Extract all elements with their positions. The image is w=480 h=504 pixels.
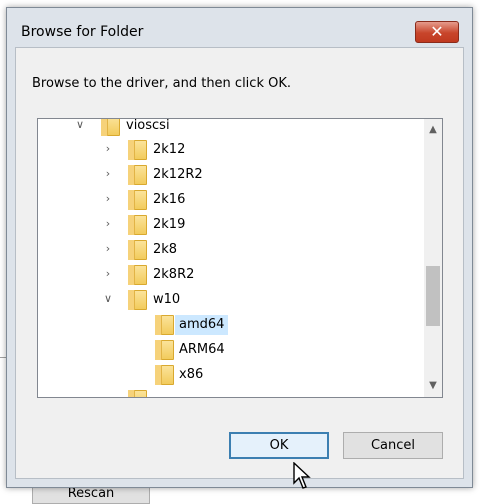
tree-item-w10[interactable]: ∨ w10 <box>38 288 424 312</box>
tree-item-x86[interactable]: x86 <box>38 363 424 387</box>
tree-item-2k12r2[interactable]: › 2k12R2 <box>38 163 424 187</box>
folder-icon <box>128 215 147 235</box>
chevron-right-icon[interactable]: › <box>102 167 114 181</box>
scrollbar-thumb[interactable] <box>426 266 440 326</box>
chevron-down-icon[interactable]: ∨ <box>102 292 114 306</box>
folder-icon <box>128 240 147 260</box>
browse-for-folder-dialog: Browse for Folder ✕ Browse to the driver… <box>6 7 473 488</box>
dialog-title: Browse for Folder <box>21 24 144 40</box>
folder-icon <box>155 365 174 385</box>
folder-icon <box>128 290 147 310</box>
chevron-right-icon[interactable]: › <box>102 192 114 206</box>
tree-item-vioscsi[interactable]: ∨ vioscsi <box>38 118 424 138</box>
chevron-right-icon[interactable]: › <box>102 142 114 156</box>
tree-item-2k19[interactable]: › 2k19 <box>38 213 424 237</box>
close-button[interactable]: ✕ <box>415 21 459 43</box>
chevron-down-icon[interactable]: ∨ <box>74 119 86 132</box>
folder-icon <box>155 315 174 335</box>
tree-item-label: amd64 <box>175 315 229 335</box>
tree-item-partial[interactable] <box>38 388 424 397</box>
chevron-right-icon[interactable]: › <box>102 267 114 281</box>
tree-item-label: 2k16 <box>153 192 186 207</box>
scroll-down-icon[interactable]: ▼ <box>424 377 442 395</box>
tree-item-2k12[interactable]: › 2k12 <box>38 138 424 162</box>
tree-item-amd64[interactable]: amd64 <box>38 313 424 337</box>
folder-tree[interactable]: ∨ vioscsi › 2k12 › 2k12R2 › 2k16 › 2k19 … <box>37 118 443 398</box>
tree-item-label: 2k8 <box>153 242 178 257</box>
cancel-button[interactable]: Cancel <box>343 432 443 459</box>
folder-icon <box>128 190 147 210</box>
tree-item-arm64[interactable]: ARM64 <box>38 338 424 362</box>
tree-item-label: w10 <box>153 292 181 307</box>
tree-item-label: x86 <box>179 367 204 382</box>
tree-item-2k8[interactable]: › 2k8 <box>38 238 424 262</box>
tree-item-label: 2k12R2 <box>153 167 203 182</box>
tree-item-2k8r2[interactable]: › 2k8R2 <box>38 263 424 287</box>
scroll-up-icon[interactable]: ▲ <box>424 121 442 139</box>
dialog-body: Browse to the driver, and then click OK.… <box>15 47 464 479</box>
tree-item-label: 2k19 <box>153 217 186 232</box>
folder-icon <box>128 165 147 185</box>
tree-item-label: ARM64 <box>179 342 225 357</box>
folder-icon <box>101 119 120 136</box>
mouse-cursor-icon <box>293 462 311 489</box>
tree-item-2k16[interactable]: › 2k16 <box>38 188 424 212</box>
folder-icon <box>128 140 147 160</box>
ok-button[interactable]: OK <box>229 432 329 459</box>
instruction-text: Browse to the driver, and then click OK. <box>32 76 291 91</box>
tree-scrollbar[interactable]: ▲ ▼ <box>424 119 442 397</box>
tree-item-label: 2k8R2 <box>153 267 195 282</box>
chevron-right-icon[interactable]: › <box>102 217 114 231</box>
chevron-right-icon[interactable]: › <box>102 242 114 256</box>
folder-icon <box>155 340 174 360</box>
tree-item-label: 2k12 <box>153 142 186 157</box>
folder-icon <box>128 265 147 285</box>
tree-item-label: vioscsi <box>126 118 170 133</box>
close-icon: ✕ <box>430 22 444 41</box>
folder-icon <box>128 390 147 397</box>
